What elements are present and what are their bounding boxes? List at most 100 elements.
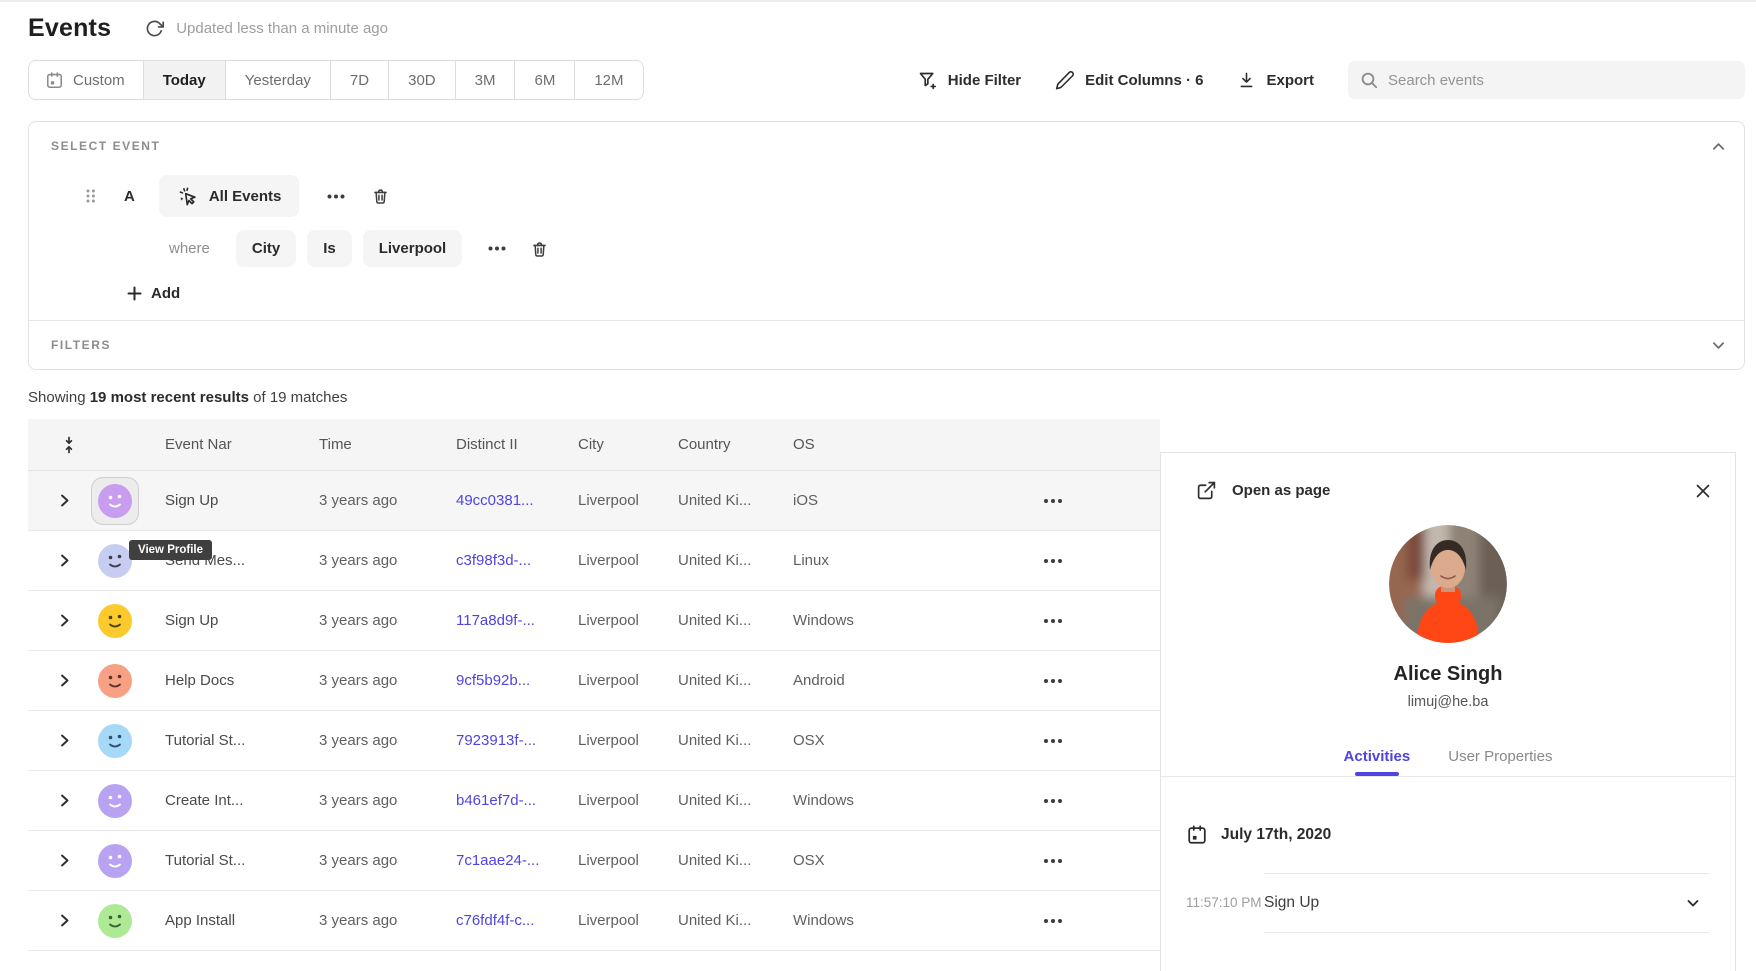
user-avatar[interactable] — [98, 544, 132, 578]
cell-time: 3 years ago — [319, 552, 456, 569]
user-avatar[interactable] — [98, 844, 132, 878]
user-avatar[interactable] — [98, 664, 132, 698]
row-actions-button[interactable] — [1042, 913, 1064, 929]
expand-row-button[interactable] — [28, 613, 71, 628]
cell-city: Liverpool — [578, 552, 678, 569]
cell-distinct-id-link[interactable]: c76fdf4f-c... — [456, 912, 578, 929]
tab-user-properties[interactable]: User Properties — [1448, 748, 1552, 776]
event-selector-label: All Events — [209, 188, 282, 205]
select-event-section: SELECT EVENT A All Events — [29, 122, 1744, 320]
tab-30d[interactable]: 30D — [388, 61, 455, 99]
cell-os: OSX — [793, 732, 908, 749]
cell-distinct-id-link[interactable]: 7923913f-... — [456, 732, 578, 749]
expand-row-button[interactable] — [28, 913, 71, 928]
tab-today[interactable]: Today — [143, 61, 225, 99]
drag-handle-icon[interactable] — [85, 188, 96, 204]
row-actions-button[interactable] — [1042, 613, 1064, 629]
col-header-distinct-id[interactable]: Distinct II — [456, 436, 578, 453]
tab-custom[interactable]: Custom — [29, 61, 143, 99]
cell-time: 3 years ago — [319, 672, 456, 689]
event-delete-button[interactable] — [371, 186, 390, 206]
summary-suffix: of 19 matches — [249, 389, 347, 406]
table-row[interactable]: Sign Up 3 years ago 49cc0381... Liverpoo… — [28, 471, 1160, 531]
event-selector-button[interactable]: All Events — [159, 175, 300, 217]
event-more-options-button[interactable] — [327, 194, 345, 199]
cell-country: United Ki... — [678, 492, 793, 509]
where-more-options-button[interactable] — [488, 246, 506, 251]
tab-label: 3M — [475, 72, 496, 89]
table-row[interactable]: Sign Up 3 years ago 117a8d9f-... Liverpo… — [28, 591, 1160, 651]
expand-row-button[interactable] — [28, 493, 71, 508]
user-avatar[interactable] — [98, 604, 132, 638]
expand-row-button[interactable] — [28, 793, 71, 808]
property-chip[interactable]: City — [236, 230, 296, 267]
where-delete-button[interactable] — [530, 239, 549, 259]
row-actions-button[interactable] — [1042, 853, 1064, 869]
expand-row-button[interactable] — [28, 673, 71, 688]
expand-row-button[interactable] — [28, 553, 71, 568]
tab-6m[interactable]: 6M — [514, 61, 574, 99]
edit-columns-button[interactable]: Edit Columns · 6 — [1055, 70, 1203, 90]
cell-distinct-id-link[interactable]: 117a8d9f-... — [456, 612, 578, 629]
refresh-button[interactable] — [145, 19, 164, 38]
events-table: Event Nar Time Distinct II City Country … — [28, 419, 1160, 951]
search-input[interactable] — [1388, 72, 1733, 89]
tab-activities[interactable]: Activities — [1344, 748, 1411, 776]
expand-row-button[interactable] — [28, 853, 71, 868]
sort-arrows-icon[interactable] — [28, 436, 76, 454]
col-header-event[interactable]: Event Nar — [146, 436, 319, 453]
col-header-os[interactable]: OS — [793, 436, 908, 453]
operator-chip[interactable]: Is — [307, 230, 352, 267]
user-avatar[interactable] — [98, 724, 132, 758]
table-row[interactable]: Tutorial St... 3 years ago 7923913f-... … — [28, 711, 1160, 771]
table-row[interactable]: Create Int... 3 years ago b461ef7d-... L… — [28, 771, 1160, 831]
filters-label: FILTERS — [51, 338, 111, 352]
row-actions-button[interactable] — [1042, 673, 1064, 689]
col-header-time[interactable]: Time — [319, 436, 456, 453]
cell-event-name: App Install — [146, 912, 319, 929]
export-button[interactable]: Export — [1237, 71, 1314, 90]
user-avatar[interactable] — [98, 904, 132, 938]
hide-filter-button[interactable]: Hide Filter — [917, 70, 1021, 91]
cell-time: 3 years ago — [319, 912, 456, 929]
toolbar: Custom Today Yesterday 7D 30D 3M 6M 12M … — [28, 60, 1745, 100]
updated-status-text: Updated less than a minute ago — [176, 20, 388, 37]
user-avatar[interactable] — [91, 477, 139, 525]
cell-distinct-id-link[interactable]: b461ef7d-... — [456, 792, 578, 809]
tab-12m[interactable]: 12M — [574, 61, 642, 99]
close-panel-button[interactable] — [1695, 483, 1711, 499]
value-chip[interactable]: Liverpool — [363, 230, 463, 267]
open-as-page-button[interactable]: Open as page — [1196, 480, 1330, 501]
cell-distinct-id-link[interactable]: 9cf5b92b... — [456, 672, 578, 689]
table-row[interactable]: App Install 3 years ago c76fdf4f-c... Li… — [28, 891, 1160, 951]
collapse-section-button[interactable] — [1711, 139, 1726, 154]
row-actions-button[interactable] — [1042, 733, 1064, 749]
where-label: where — [169, 240, 210, 257]
chevron-down-icon — [1711, 338, 1726, 353]
add-clause-button[interactable]: Add — [127, 285, 180, 302]
cell-distinct-id-link[interactable]: 7c1aae24-... — [456, 852, 578, 869]
row-actions-button[interactable] — [1042, 553, 1064, 569]
chevron-right-icon — [58, 793, 71, 808]
chevron-down-icon[interactable] — [1685, 895, 1701, 911]
user-avatar[interactable] — [98, 784, 132, 818]
chevron-right-icon — [58, 673, 71, 688]
download-icon — [1237, 71, 1256, 90]
table-row[interactable]: Help Docs 3 years ago 9cf5b92b... Liverp… — [28, 651, 1160, 711]
table-header-row: Event Nar Time Distinct II City Country … — [28, 419, 1160, 471]
row-actions-button[interactable] — [1042, 793, 1064, 809]
date-range-tabs: Custom Today Yesterday 7D 30D 3M 6M 12M — [28, 60, 644, 100]
tab-yesterday[interactable]: Yesterday — [225, 61, 330, 99]
col-header-city[interactable]: City — [578, 436, 678, 453]
tab-7d[interactable]: 7D — [330, 61, 388, 99]
row-actions-button[interactable] — [1042, 493, 1064, 509]
tab-3m[interactable]: 3M — [455, 61, 515, 99]
expand-row-button[interactable] — [28, 733, 71, 748]
expand-filters-button[interactable] — [1711, 338, 1726, 353]
activity-event-row[interactable]: Sign Up — [1264, 873, 1709, 933]
col-header-country[interactable]: Country — [678, 436, 793, 453]
cell-distinct-id-link[interactable]: 49cc0381... — [456, 492, 578, 509]
cell-distinct-id-link[interactable]: c3f98f3d-... — [456, 552, 578, 569]
table-row[interactable]: Tutorial St... 3 years ago 7c1aae24-... … — [28, 831, 1160, 891]
filters-section: FILTERS — [29, 320, 1744, 369]
